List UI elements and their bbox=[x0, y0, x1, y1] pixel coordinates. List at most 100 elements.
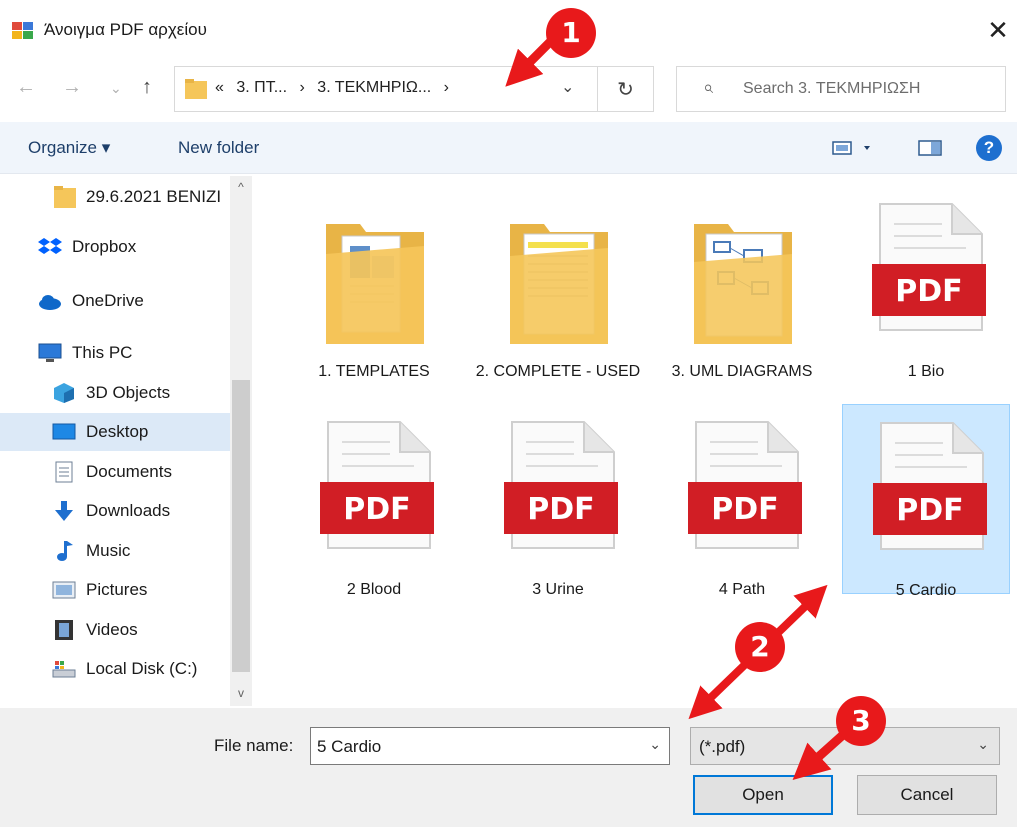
pictures-icon bbox=[52, 581, 76, 599]
up-button[interactable]: ↑ bbox=[142, 76, 152, 99]
annotation-badge-2: 2 bbox=[735, 622, 785, 672]
file-name: 2. COMPLETE - USED bbox=[475, 363, 641, 380]
pdf-file-icon: PDF bbox=[688, 421, 802, 549]
this-pc-icon bbox=[38, 343, 62, 362]
dropbox-icon bbox=[38, 238, 62, 254]
help-icon[interactable]: ? bbox=[976, 135, 1002, 161]
sidebar-item-this-pc[interactable]: This PC bbox=[0, 334, 230, 372]
file-item-folder[interactable]: 3. UML DIAGRAMS bbox=[658, 186, 826, 380]
folder-icon bbox=[54, 186, 76, 208]
chevron-down-icon[interactable]: ⌄ bbox=[977, 736, 989, 753]
sidebar-item-label: Desktop bbox=[86, 422, 149, 441]
folder-icon bbox=[185, 79, 207, 99]
downloads-icon bbox=[55, 501, 73, 521]
breadcrumb-item[interactable]: 3. ΤΕΚΜΗΡΙΩ... bbox=[317, 79, 431, 96]
chevron-down-icon[interactable]: ⌄ bbox=[649, 736, 661, 753]
preview-pane-icon[interactable] bbox=[918, 140, 942, 156]
chevron-down-icon[interactable]: ⌄ bbox=[561, 77, 574, 97]
file-name-value: 5 Cardio bbox=[317, 737, 382, 756]
file-name-label: File name: bbox=[214, 736, 294, 755]
forward-button[interactable]: → bbox=[62, 76, 82, 99]
pdf-badge-text: PDF bbox=[896, 493, 963, 528]
file-item-pdf[interactable]: PDF 2 Blood bbox=[290, 404, 458, 598]
scrollbar-thumb[interactable] bbox=[232, 380, 250, 672]
sidebar-item-desktop[interactable]: Desktop bbox=[0, 413, 230, 451]
file-item-folder[interactable]: 2. COMPLETE - USED bbox=[474, 186, 642, 380]
folder-icon bbox=[510, 224, 608, 344]
refresh-button[interactable]: ↻ bbox=[598, 66, 654, 112]
scroll-down-arrow[interactable]: v bbox=[232, 686, 250, 700]
sidebar-item-music[interactable]: Music bbox=[0, 532, 230, 570]
window-title: Άνοιγμα PDF αρχείου bbox=[44, 20, 207, 39]
onedrive-icon bbox=[39, 295, 61, 310]
app-icon bbox=[12, 22, 33, 39]
search-icon: ⌕ bbox=[703, 77, 714, 97]
pdf-badge-text: PDF bbox=[711, 492, 778, 527]
sidebar-item-label: Dropbox bbox=[72, 237, 137, 256]
organize-button[interactable]: Organize ▾ bbox=[28, 138, 110, 158]
pdf-file-icon: PDF bbox=[872, 203, 986, 331]
new-folder-button[interactable]: New folder bbox=[178, 138, 259, 158]
sidebar-item-folder[interactable]: 29.6.2021 BENIZI bbox=[0, 178, 230, 216]
folder-icon bbox=[694, 224, 792, 344]
sidebar-item-videos[interactable]: Videos bbox=[0, 611, 230, 649]
file-name: 3. UML DIAGRAMS bbox=[671, 363, 813, 380]
file-item-pdf-selected[interactable]: PDF 5 Cardio bbox=[842, 404, 1010, 599]
open-button[interactable]: Open bbox=[693, 775, 833, 815]
address-bar[interactable]: « 3. ΠΤ... › 3. ΤΕΚΜΗΡΙΩ... › ⌄ bbox=[174, 66, 598, 112]
annotation-badge-1: 1 bbox=[546, 8, 596, 58]
file-name: 5 Cardio bbox=[895, 582, 957, 599]
search-input[interactable]: ⌕ Search 3. ΤΕΚΜΗΡΙΩΣΗ bbox=[676, 66, 1006, 112]
search-placeholder: Search 3. ΤΕΚΜΗΡΙΩΣΗ bbox=[743, 80, 921, 97]
file-item-pdf[interactable]: PDF 4 Path bbox=[658, 404, 826, 598]
sidebar-item-label: Documents bbox=[86, 462, 172, 481]
sidebar-item-label: Music bbox=[86, 541, 131, 560]
breadcrumb-separator[interactable]: › bbox=[444, 79, 449, 96]
local-disk-icon bbox=[52, 661, 76, 678]
file-item-pdf[interactable]: PDF 1 Bio bbox=[842, 186, 1010, 380]
sidebar-item-label: This PC bbox=[72, 343, 133, 362]
pdf-file-icon: PDF bbox=[320, 421, 434, 549]
back-button[interactable]: ← bbox=[16, 76, 36, 99]
command-toolbar: Organize ▾ New folder ? bbox=[0, 122, 1017, 174]
videos-icon bbox=[55, 620, 73, 640]
pdf-badge-text: PDF bbox=[527, 492, 594, 527]
3d-objects-icon bbox=[54, 383, 74, 403]
sidebar-item-downloads[interactable]: Downloads bbox=[0, 492, 230, 530]
change-view-icon[interactable] bbox=[832, 140, 878, 156]
breadcrumb-separator[interactable]: › bbox=[300, 79, 305, 96]
sidebar-item-3d-objects[interactable]: 3D Objects bbox=[0, 374, 230, 412]
cancel-button[interactable]: Cancel bbox=[857, 775, 997, 815]
recent-locations-button[interactable]: ⌄ bbox=[110, 80, 122, 97]
navigation-pane: 29.6.2021 BENIZI Dropbox OneDrive This P… bbox=[0, 176, 252, 706]
sidebar-item-dropbox[interactable]: Dropbox bbox=[0, 228, 230, 266]
breadcrumb-prefix[interactable]: « bbox=[215, 79, 224, 96]
sidebar-item-label: 3D Objects bbox=[86, 383, 171, 402]
annotation-badge-3: 3 bbox=[836, 696, 886, 746]
breadcrumb-item[interactable]: 3. ΠΤ... bbox=[236, 79, 287, 96]
file-name-input[interactable]: 5 Cardio ⌄ bbox=[310, 727, 670, 765]
pdf-badge-text: PDF bbox=[895, 274, 962, 309]
sidebar-item-label: 29.6.2021 BENIZI bbox=[86, 187, 222, 206]
sidebar-item-documents[interactable]: Documents bbox=[0, 453, 230, 491]
file-list: 1. TEMPLATES 2. COMPLETE - USED 3. UML D… bbox=[256, 176, 1017, 706]
file-name: 3 Urine bbox=[532, 581, 584, 598]
desktop-icon bbox=[52, 423, 76, 440]
pdf-file-icon: PDF bbox=[873, 422, 987, 550]
sidebar-item-label: Pictures bbox=[86, 580, 148, 599]
file-name: 2 Blood bbox=[346, 581, 402, 598]
sidebar-item-pictures[interactable]: Pictures bbox=[0, 571, 230, 609]
sidebar-item-label: Downloads bbox=[86, 501, 171, 520]
sidebar-item-label: Videos bbox=[86, 620, 138, 639]
sidebar-item-local-disk[interactable]: Local Disk (C:) bbox=[0, 650, 230, 688]
sidebar-item-onedrive[interactable]: OneDrive bbox=[0, 282, 230, 320]
pdf-badge-text: PDF bbox=[343, 492, 410, 527]
music-icon bbox=[57, 541, 73, 561]
close-button[interactable]: ✕ bbox=[980, 12, 1016, 48]
sidebar-item-label: Local Disk (C:) bbox=[86, 659, 198, 678]
file-item-pdf[interactable]: PDF 3 Urine bbox=[474, 404, 642, 598]
file-name: 1. TEMPLATES bbox=[318, 363, 430, 380]
file-item-folder[interactable]: 1. TEMPLATES bbox=[290, 186, 458, 380]
file-type-value: (*.pdf) bbox=[699, 737, 746, 756]
scroll-up-arrow[interactable]: ^ bbox=[232, 180, 250, 194]
